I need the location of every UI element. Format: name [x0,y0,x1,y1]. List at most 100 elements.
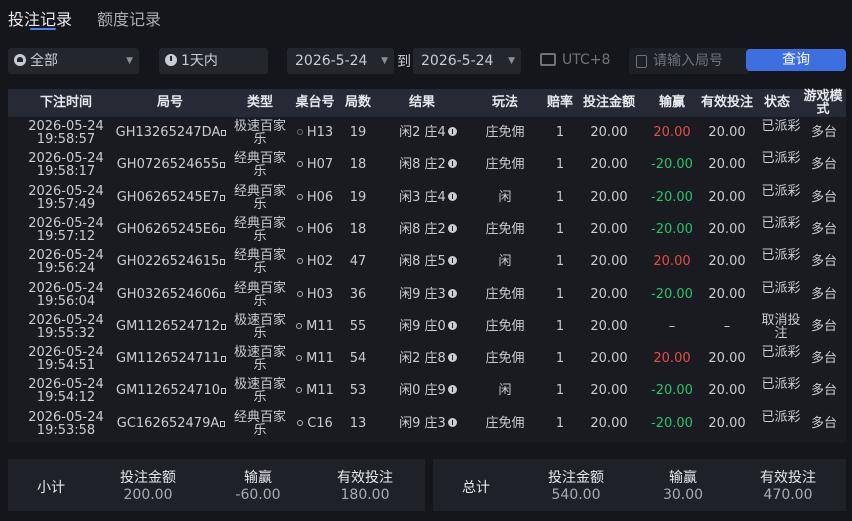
info-icon[interactable] [447,159,457,169]
date-from-select[interactable]: 2026-5-24 ▼ [287,48,394,74]
period-select[interactable]: 1天内 ▼ [159,48,268,74]
table-no: H02 [306,254,334,270]
round-search-input[interactable] [629,48,749,74]
round-id-cell[interactable]: GM1126524710 [112,375,230,407]
subtotal-win-label: 输赢 [244,470,272,486]
col-result: 结果 [408,95,435,110]
round-id: GM1126524711 [116,351,220,367]
bet-time-cell: 2026-05-24 19:57:49 [22,182,110,214]
result-text: 闲0 庄9 [399,383,446,399]
result-cell[interactable]: 闲2 庄4 [386,117,470,149]
round-id-cell[interactable]: GM1126524711 [112,343,230,375]
copy-icon[interactable] [220,291,226,298]
result-text: 闲8 庄2 [399,221,446,237]
info-icon[interactable] [447,353,457,363]
round-id-cell[interactable]: GH13265247DA [112,117,230,149]
bet-time: 19:56:04 [36,293,96,309]
copy-icon[interactable] [220,226,226,233]
round-id-cell[interactable]: GH06265245E7 [112,182,230,214]
result-cell[interactable]: 闲8 庄5 [386,246,470,278]
result-cell[interactable]: 闲8 庄2 [386,149,470,181]
copy-icon[interactable] [221,356,226,363]
table-no-cell: M11 [290,375,340,407]
round-id-cell[interactable]: GM1126524712 [112,311,230,343]
table-no: H13 [306,125,334,140]
bet-time: 19:56:24 [36,261,96,277]
copy-icon[interactable] [220,420,226,427]
info-icon[interactable] [447,223,457,233]
odds-cell: 1 [555,254,565,270]
col-table-no: 桌台号 [295,95,335,110]
result-text: 闲9 庄0 [399,318,446,334]
date-to-select[interactable]: 2026-5-24 ▼ [413,48,521,74]
info-icon[interactable] [447,127,457,136]
info-icon[interactable] [447,417,457,427]
round-id-cell[interactable]: GH06265245E6 [112,214,230,246]
col-win-loss: 输赢 [658,95,685,110]
tab-bet-records[interactable]: 投注记录 [8,6,72,30]
result-cell[interactable]: 闲9 庄0 [386,311,470,343]
win-cell: 20.00 [653,254,691,270]
info-icon[interactable] [447,191,457,201]
subtotal-valid-label: 有效投注 [337,470,393,486]
chevron-down-icon: ▼ [381,56,388,66]
copy-icon[interactable] [221,323,226,330]
col-valid-bet: 有效投注 [700,95,753,110]
status-cell: 取消投注 [761,312,801,341]
bet-time: 19:54:12 [36,390,96,406]
timezone-display: UTC+8 [540,52,610,68]
info-icon[interactable] [447,256,457,266]
copy-icon[interactable] [220,194,226,201]
game-select[interactable]: 全部 ▼ [8,48,139,74]
round-id-cell[interactable]: GH0226524615 [112,246,230,278]
copy-icon[interactable] [221,130,227,136]
bet-cell: 20.00 [590,415,628,431]
result-cell[interactable]: 闲9 庄3 [386,279,470,311]
win-cell: -20.00 [651,189,693,205]
copy-icon[interactable] [220,259,226,266]
round-id-cell[interactable]: GH0326524606 [112,279,230,311]
status-cell: 已派彩 [761,119,801,134]
bet-date: 2026-05-24 [28,280,104,296]
status-cell: 已派彩 [761,409,801,425]
info-icon[interactable] [447,320,457,330]
mode-cell: 多台 [810,157,837,173]
type-cell: 经典百家乐 [233,280,286,309]
table-row: 2026-05-24 19:54:12 GM1126524710 极速百家乐 M11 53… [8,375,846,407]
round-id: GM1126524712 [116,318,220,334]
valid-cell: – [723,318,731,334]
info-icon[interactable] [447,288,457,298]
result-cell[interactable]: 闲3 庄4 [386,182,470,214]
round-id-cell[interactable]: GC162652479A [112,408,230,440]
result-cell[interactable]: 闲9 庄3 [386,408,470,440]
result-text: 闲8 庄5 [399,254,446,270]
result-cell[interactable]: 闲0 庄9 [386,375,470,407]
round-id-cell[interactable]: GH0726524655 [112,149,230,181]
globe-icon [14,54,26,66]
table-no: M11 [306,351,334,367]
tab-credit-records[interactable]: 额度记录 [97,6,161,30]
bet-cell: 20.00 [590,383,628,399]
table-no-cell: H03 [290,279,340,311]
copy-icon[interactable] [220,162,226,169]
valid-cell: 20.00 [708,189,746,205]
info-icon[interactable] [447,385,457,395]
tab-bar: 投注记录 额度记录 [0,0,852,36]
round-id: GH0326524606 [116,286,220,302]
bet-time-cell: 2026-05-24 19:56:04 [22,279,110,311]
bet-date: 2026-05-24 [28,215,104,231]
chevron-down-icon: ▼ [126,56,133,66]
bet-cell: 20.00 [590,351,628,367]
status-cell: 已派彩 [761,151,801,167]
valid-cell: 20.00 [708,351,746,367]
table-no-cell: H06 [290,214,340,246]
win-cell: -20.00 [651,221,693,237]
query-button[interactable]: 查询 [746,49,846,71]
win-cell: -20.00 [651,415,693,431]
table-no: H03 [306,286,334,302]
round-cell: 18 [349,157,367,173]
copy-icon[interactable] [221,388,226,395]
result-cell[interactable]: 闲8 庄2 [386,214,470,246]
odds-cell: 1 [555,415,565,431]
result-cell[interactable]: 闲2 庄8 [386,343,470,375]
